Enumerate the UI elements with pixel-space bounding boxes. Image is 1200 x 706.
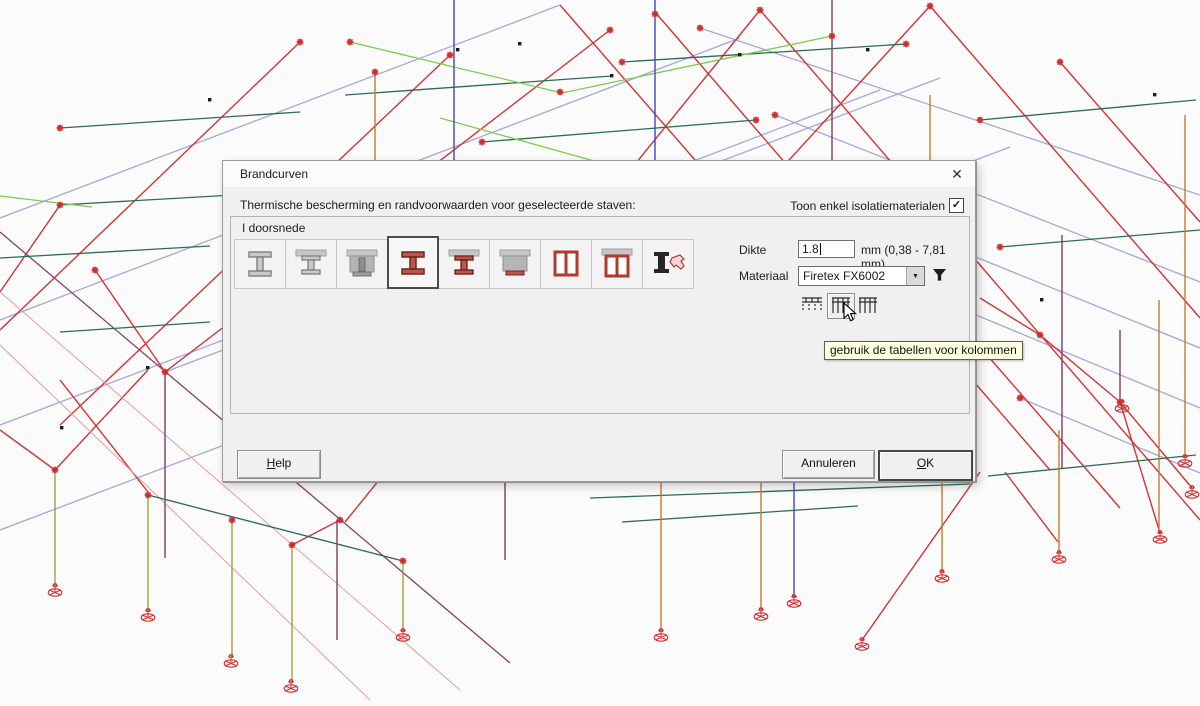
i-section-contour-protection-icon xyxy=(393,246,433,280)
cancel-button[interactable]: Annuleren xyxy=(782,450,875,479)
i-section-encased-contour-icon xyxy=(495,247,535,281)
i-section-user-defined-icon xyxy=(648,247,688,281)
i-section-user-defined-button[interactable] xyxy=(642,239,694,289)
i-section-encased-contour-button[interactable] xyxy=(489,239,541,289)
material-label: Materiaal xyxy=(739,269,788,283)
material-dropdown[interactable]: Firetex FX6002 ▼ xyxy=(798,266,925,286)
protection-type-toolbar xyxy=(234,239,693,289)
close-icon[interactable]: ✕ xyxy=(947,164,967,184)
i-section-box-protection-icon xyxy=(546,247,586,281)
i-section-contour-top-slab-button[interactable] xyxy=(438,239,490,289)
help-button[interactable]: Help xyxy=(237,450,321,479)
selection-description-label: Thermische bescherming en randvoorwaarde… xyxy=(240,198,636,212)
i-section-box-top-slab-button[interactable] xyxy=(591,239,643,289)
column-table-alt-icon xyxy=(858,296,878,316)
groupbox-label: I doorsnede xyxy=(242,221,305,235)
i-section-encased-button[interactable] xyxy=(336,239,388,289)
i-section-encased-icon xyxy=(342,247,382,281)
filter-checkbox[interactable]: ✓ xyxy=(949,198,964,213)
i-section-unprotected-icon xyxy=(240,247,280,281)
tooltip: gebruik de tabellen voor kolommen xyxy=(824,341,1023,360)
filter-icon[interactable] xyxy=(932,268,947,282)
ok-button[interactable]: OK xyxy=(878,450,973,481)
beam-table-icon xyxy=(801,296,823,314)
mouse-cursor-icon xyxy=(843,302,857,323)
tables-for-columns-alt-button[interactable] xyxy=(857,296,879,316)
application-canvas: Brandcurven ✕ Thermische bescherming en … xyxy=(0,0,1200,706)
text-caret xyxy=(820,243,821,255)
dialog-title: Brandcurven xyxy=(240,167,308,181)
i-section-top-slab-button[interactable] xyxy=(285,239,337,289)
i-section-box-protection-button[interactable] xyxy=(540,239,592,289)
dialog-titlebar[interactable]: Brandcurven ✕ xyxy=(223,161,975,187)
thickness-label: Dikte xyxy=(739,243,766,257)
i-section-contour-top-slab-icon xyxy=(444,247,484,281)
material-value: Firetex FX6002 xyxy=(799,268,906,284)
i-section-top-slab-icon xyxy=(291,247,331,281)
i-section-groupbox: I doorsnede xyxy=(230,216,970,414)
brandcurven-dialog: Brandcurven ✕ Thermische bescherming en … xyxy=(222,160,976,482)
hanger-columns-olive xyxy=(55,470,403,682)
thickness-input[interactable]: 1.8 xyxy=(798,240,855,258)
i-section-box-top-slab-icon xyxy=(597,247,637,281)
tables-for-beams-button[interactable] xyxy=(801,296,823,314)
i-section-contour-protection-button[interactable] xyxy=(387,236,439,289)
i-section-unprotected-button[interactable] xyxy=(234,239,286,289)
thickness-value: 1.8 xyxy=(802,242,819,256)
filter-checkbox-label: Toon enkel isolatiematerialen xyxy=(790,199,945,213)
chevron-down-icon[interactable]: ▼ xyxy=(906,267,924,285)
